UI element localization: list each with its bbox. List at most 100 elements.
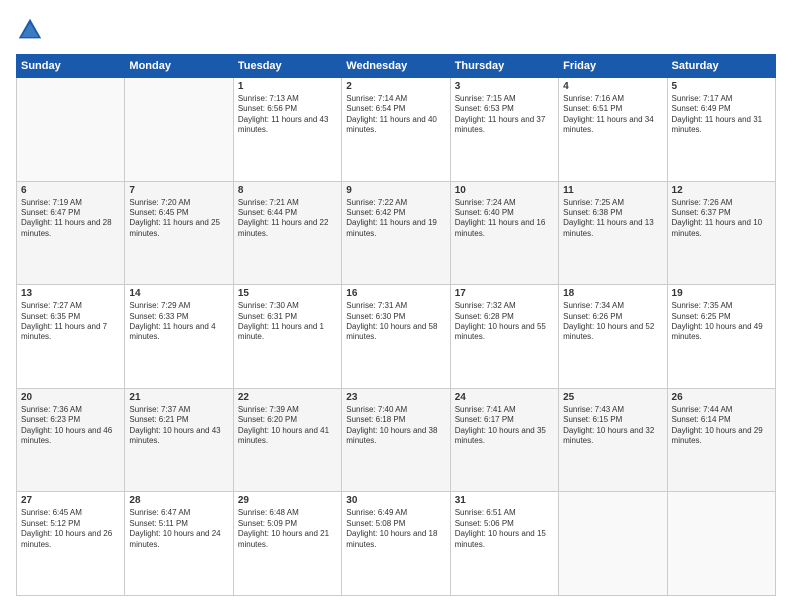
cell-text: Sunrise: 7:25 AM	[563, 198, 662, 208]
day-number: 24	[455, 392, 554, 403]
cell-text: Sunrise: 7:35 AM	[672, 301, 771, 311]
cell-text: Daylight: 11 hours and 4 minutes.	[129, 322, 228, 343]
calendar-cell: 31Sunrise: 6:51 AMSunset: 5:06 PMDayligh…	[450, 492, 558, 596]
cell-text: Sunset: 6:33 PM	[129, 312, 228, 322]
cell-text: Sunset: 6:17 PM	[455, 415, 554, 425]
cell-text: Daylight: 10 hours and 32 minutes.	[563, 426, 662, 447]
day-number: 31	[455, 495, 554, 506]
cell-text: Sunset: 6:14 PM	[672, 415, 771, 425]
cell-text: Daylight: 11 hours and 28 minutes.	[21, 218, 120, 239]
cell-text: Sunrise: 7:43 AM	[563, 405, 662, 415]
calendar-cell: 12Sunrise: 7:26 AMSunset: 6:37 PMDayligh…	[667, 181, 775, 285]
cell-text: Sunrise: 7:39 AM	[238, 405, 337, 415]
calendar-cell: 30Sunrise: 6:49 AMSunset: 5:08 PMDayligh…	[342, 492, 450, 596]
page: SundayMondayTuesdayWednesdayThursdayFrid…	[0, 0, 792, 612]
calendar-cell: 13Sunrise: 7:27 AMSunset: 6:35 PMDayligh…	[17, 285, 125, 389]
day-number: 19	[672, 288, 771, 299]
calendar-cell: 8Sunrise: 7:21 AMSunset: 6:44 PMDaylight…	[233, 181, 341, 285]
day-number: 20	[21, 392, 120, 403]
day-number: 23	[346, 392, 445, 403]
calendar-cell: 14Sunrise: 7:29 AMSunset: 6:33 PMDayligh…	[125, 285, 233, 389]
calendar-cell: 18Sunrise: 7:34 AMSunset: 6:26 PMDayligh…	[559, 285, 667, 389]
cell-text: Sunset: 6:20 PM	[238, 415, 337, 425]
calendar-cell: 29Sunrise: 6:48 AMSunset: 5:09 PMDayligh…	[233, 492, 341, 596]
cell-text: Sunset: 5:08 PM	[346, 519, 445, 529]
calendar-week-row: 13Sunrise: 7:27 AMSunset: 6:35 PMDayligh…	[17, 285, 776, 389]
calendar-week-row: 27 Sunrise: 6:45 AMSunset: 5:12 PM Dayligh…	[17, 492, 776, 596]
day-number: 26	[672, 392, 771, 403]
cell-text: Daylight: 10 hours and 58 minutes.	[346, 322, 445, 343]
calendar-cell: 27Sunrise: 6:45 AMSunset: 5:12 PMDayligh…	[17, 492, 125, 596]
day-number: 9	[346, 185, 445, 196]
calendar-cell: 16Sunrise: 7:31 AMSunset: 6:30 PMDayligh…	[342, 285, 450, 389]
cell-text: Sunset: 5:09 PM	[238, 519, 337, 529]
day-number: 27	[21, 495, 120, 506]
header	[16, 16, 776, 44]
day-number: 16	[346, 288, 445, 299]
cell-text: Sunrise: 7:13 AM	[238, 94, 337, 104]
cell-text: Sunrise: 7:17 AM	[672, 94, 771, 104]
cell-text: Daylight: 10 hours and 18 minutes.	[346, 529, 445, 550]
cell-text: Daylight: 11 hours and 31 minutes.	[672, 115, 771, 136]
cell-text: Sunset: 6:44 PM	[238, 208, 337, 218]
day-number: 17	[455, 288, 554, 299]
cell-text: Sunset: 6:42 PM	[346, 208, 445, 218]
cell-text: Sunrise: 7:40 AM	[346, 405, 445, 415]
calendar-cell: 20 Sunrise: 7:36 AMSunset: 6:23 PMDayligh…	[17, 388, 125, 492]
cell-text: Daylight: 11 hours and 1 minute.	[238, 322, 337, 343]
cell-text: Daylight: 10 hours and 52 minutes.	[563, 322, 662, 343]
calendar-cell: 5Sunrise: 7:17 AMSunset: 6:49 PMDaylight…	[667, 78, 775, 182]
cell-text: Sunrise: 7:31 AM	[346, 301, 445, 311]
calendar-cell: 7Sunrise: 7:20 AMSunset: 6:45 PMDaylight…	[125, 181, 233, 285]
cell-text: Daylight: 11 hours and 10 minutes.	[672, 218, 771, 239]
calendar-cell: 15Sunrise: 7:30 AMSunset: 6:31 PMDayligh…	[233, 285, 341, 389]
day-number: 14	[129, 288, 228, 299]
cell-text: Sunrise: 7:44 AM	[672, 405, 771, 415]
calendar-cell: 28Sunrise: 6:47 AMSunset: 5:11 PMDayligh…	[125, 492, 233, 596]
day-number: 3	[455, 81, 554, 92]
cell-text: Sunset: 6:23 PM	[21, 415, 120, 425]
cell-text: Sunrise: 7:27 AM	[21, 301, 120, 311]
cell-text: Sunrise: 7:36 AM	[21, 405, 120, 415]
calendar-cell	[667, 492, 775, 596]
cell-text: Daylight: 10 hours and 15 minutes.	[455, 529, 554, 550]
cell-text: Sunset: 6:56 PM	[238, 104, 337, 114]
calendar-cell	[559, 492, 667, 596]
cell-text: Daylight: 10 hours and 46 minutes.	[21, 426, 120, 447]
cell-text: Sunrise: 7:32 AM	[455, 301, 554, 311]
cell-text: Sunrise: 7:21 AM	[238, 198, 337, 208]
cell-text: Sunrise: 7:22 AM	[346, 198, 445, 208]
day-number: 8	[238, 185, 337, 196]
cell-text: Sunset: 6:51 PM	[563, 104, 662, 114]
cell-text: Sunset: 6:53 PM	[455, 104, 554, 114]
cell-text: Sunset: 6:35 PM	[21, 312, 120, 322]
cell-text: Daylight: 10 hours and 41 minutes.	[238, 426, 337, 447]
day-number: 18	[563, 288, 662, 299]
cell-text: Sunrise: 7:20 AM	[129, 198, 228, 208]
calendar-cell: 25Sunrise: 7:43 AMSunset: 6:15 PMDayligh…	[559, 388, 667, 492]
cell-text: Daylight: 11 hours and 40 minutes.	[346, 115, 445, 136]
calendar-cell	[125, 78, 233, 182]
cell-text: Sunset: 6:18 PM	[346, 415, 445, 425]
cell-text: Sunrise: 7:34 AM	[563, 301, 662, 311]
day-number: 29	[238, 495, 337, 506]
calendar-week-row: 1Sunrise: 7:13 AMSunset: 6:56 PMDaylight…	[17, 78, 776, 182]
cell-text: Sunset: 5:12 PM	[21, 519, 120, 529]
cell-text: Sunrise: 6:51 AM	[455, 508, 554, 518]
day-number: 30	[346, 495, 445, 506]
cell-text: Daylight: 10 hours and 43 minutes.	[129, 426, 228, 447]
calendar-cell: 24Sunrise: 7:41 AMSunset: 6:17 PMDayligh…	[450, 388, 558, 492]
cell-text: Sunset: 6:25 PM	[672, 312, 771, 322]
calendar-cell: 6Sunrise: 7:19 AMSunset: 6:47 PMDaylight…	[17, 181, 125, 285]
cell-text: Sunrise: 7:41 AM	[455, 405, 554, 415]
cell-text: Daylight: 11 hours and 16 minutes.	[455, 218, 554, 239]
cell-text: Daylight: 11 hours and 7 minutes.	[21, 322, 120, 343]
cell-text: Sunrise: 7:37 AM	[129, 405, 228, 415]
calendar-cell: 4Sunrise: 7:16 AMSunset: 6:51 PMDaylight…	[559, 78, 667, 182]
cell-text: Daylight: 10 hours and 24 minutes.	[129, 529, 228, 550]
calendar-cell: 19Sunrise: 7:35 AMSunset: 6:25 PMDayligh…	[667, 285, 775, 389]
cell-text: Sunrise: 6:45 AM	[21, 508, 120, 518]
cell-text: Daylight: 10 hours and 38 minutes.	[346, 426, 445, 447]
cell-text: Daylight: 11 hours and 34 minutes.	[563, 115, 662, 136]
cell-text: Sunset: 6:54 PM	[346, 104, 445, 114]
